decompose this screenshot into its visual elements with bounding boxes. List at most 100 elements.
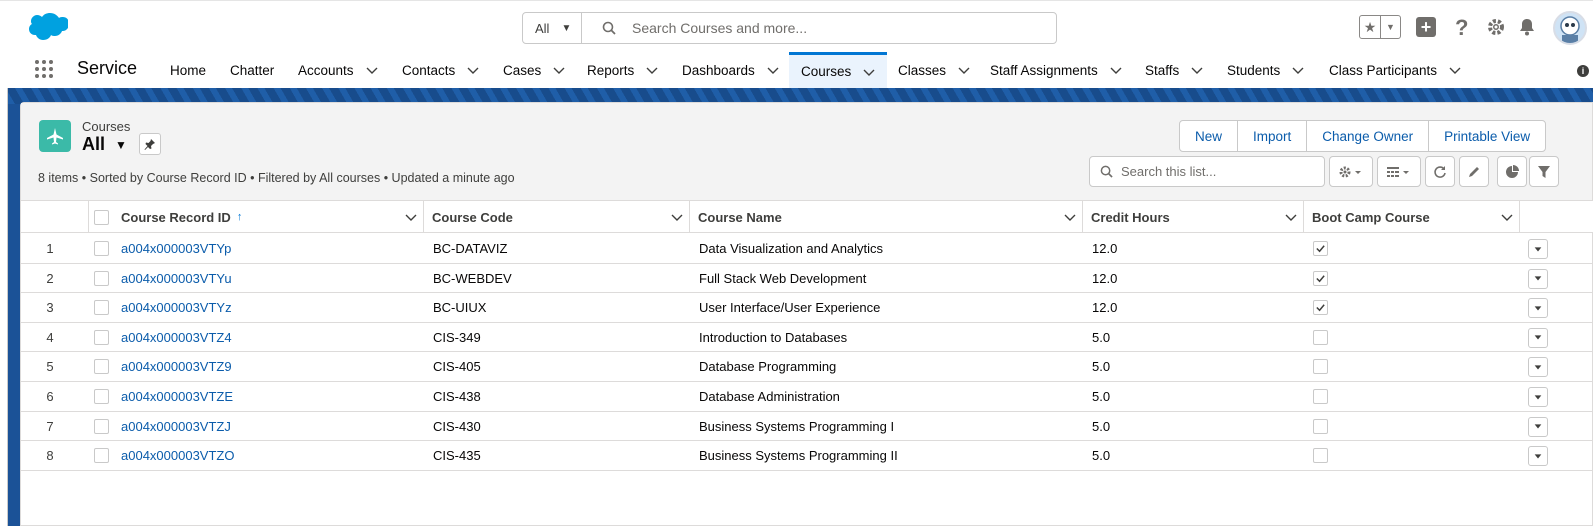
course-record-id-link[interactable]: a004x000003VTZO <box>121 441 234 470</box>
nav-item-home[interactable]: Home <box>170 52 206 88</box>
credit-hours-cell: 5.0 <box>1092 389 1111 404</box>
row-select-checkbox[interactable] <box>93 241 109 256</box>
caret-down-icon <box>1533 419 1543 434</box>
favorites-button[interactable]: ★ ▼ <box>1359 15 1401 39</box>
refresh-button[interactable] <box>1425 156 1455 187</box>
nav-item-contacts[interactable]: Contacts <box>402 52 479 88</box>
caret-down-icon[interactable]: ▼ <box>1379 16 1400 38</box>
course-record-id-link[interactable]: a004x000003VTYz <box>121 293 232 322</box>
charts-button[interactable] <box>1497 156 1527 187</box>
chevron-down-icon[interactable] <box>671 211 683 223</box>
row-actions-menu-button[interactable] <box>1528 416 1548 437</box>
nav-item-dashboards[interactable]: Dashboards <box>682 52 779 88</box>
import-button[interactable]: Import <box>1238 121 1308 151</box>
chevron-down-icon[interactable] <box>1449 64 1461 76</box>
chevron-down-icon[interactable] <box>767 64 779 76</box>
nav-item-cases[interactable]: Cases <box>503 52 565 88</box>
row-select-checkbox[interactable] <box>93 418 109 434</box>
column-header-course-record-id[interactable]: Course Record ID ↑ <box>113 201 424 233</box>
new-button[interactable]: New <box>1180 121 1239 151</box>
pin-list-view-button[interactable] <box>139 133 161 155</box>
global-actions-add-icon[interactable]: + <box>1416 17 1436 37</box>
chevron-down-icon[interactable] <box>646 64 658 76</box>
credit-hours-cell: 5.0 <box>1092 329 1111 345</box>
nav-item-label: Contacts <box>402 62 456 78</box>
row-actions-menu-button[interactable] <box>1528 239 1548 259</box>
chevron-down-icon[interactable] <box>1191 64 1203 76</box>
nav-item-students[interactable]: Students <box>1227 52 1304 88</box>
row-actions-menu-button[interactable] <box>1528 357 1548 378</box>
row-select-checkbox[interactable] <box>93 448 109 464</box>
nav-item-courses[interactable]: Courses <box>789 52 887 88</box>
nav-item-chatter[interactable]: Chatter <box>230 52 274 88</box>
gear-icon <box>1339 166 1361 177</box>
caret-down-icon <box>1533 301 1543 316</box>
row-select-checkbox[interactable] <box>93 389 109 404</box>
course-record-id-link[interactable]: a004x000003VTZ9 <box>121 352 232 381</box>
list-view-controls-button[interactable] <box>1329 156 1373 187</box>
chevron-down-icon[interactable] <box>366 64 378 76</box>
course-record-id-link[interactable]: a004x000003VTYp <box>121 234 231 263</box>
user-avatar[interactable] <box>1553 11 1587 45</box>
global-search-input[interactable]: Search Courses and more... <box>582 13 1056 43</box>
search-scope-dropdown[interactable]: All ▼ <box>523 13 582 43</box>
chevron-down-icon[interactable] <box>1285 211 1297 223</box>
filters-button[interactable] <box>1529 156 1559 187</box>
nav-item-staffs[interactable]: Staffs <box>1145 52 1203 88</box>
chevron-down-icon[interactable] <box>1110 64 1122 76</box>
row-actions-menu-button[interactable] <box>1528 298 1548 319</box>
star-icon[interactable]: ★ <box>1360 16 1380 38</box>
chevron-down-icon[interactable] <box>467 64 479 76</box>
printable-view-button[interactable]: Printable View <box>1429 121 1545 151</box>
sort-ascending-icon: ↑ <box>236 211 243 223</box>
select-all-checkbox[interactable] <box>93 209 109 225</box>
nav-item-reports[interactable]: Reports <box>587 52 658 88</box>
row-actions-menu-button[interactable] <box>1528 268 1548 289</box>
credit-hours-cell: 12.0 <box>1092 300 1118 316</box>
change-owner-button[interactable]: Change Owner <box>1307 121 1430 151</box>
course-record-id-link[interactable]: a004x000003VTYu <box>121 264 232 293</box>
notifications-bell-icon[interactable] <box>1518 18 1536 36</box>
course-record-id-link[interactable]: a004x000003VTZ4 <box>121 323 232 352</box>
chevron-down-icon[interactable] <box>405 211 417 223</box>
inline-edit-button[interactable] <box>1459 156 1489 187</box>
row-actions-menu-button[interactable] <box>1528 327 1548 348</box>
caret-down-icon[interactable]: ▼ <box>115 138 127 152</box>
nav-item-classes[interactable]: Classes <box>898 52 970 88</box>
boot-camp-checkbox <box>1313 300 1328 316</box>
course-name-cell: Database Programming <box>699 359 837 375</box>
row-select-checkbox[interactable] <box>93 329 109 345</box>
row-actions-menu-button[interactable] <box>1528 446 1548 467</box>
row-select-cell <box>89 382 113 411</box>
chevron-down-icon[interactable] <box>1292 64 1304 76</box>
row-select-cell <box>89 234 113 263</box>
row-select-checkbox[interactable] <box>93 300 109 316</box>
row-select-checkbox[interactable] <box>93 270 109 286</box>
list-view-selector[interactable]: All ▼ <box>82 134 127 155</box>
chevron-down-icon[interactable] <box>553 64 565 76</box>
column-header-course-code[interactable]: Course Code <box>424 201 690 233</box>
chevron-down-icon[interactable] <box>1501 211 1513 223</box>
row-select-checkbox[interactable] <box>93 359 109 375</box>
column-header-credit-hours[interactable]: Credit Hours <box>1083 201 1304 233</box>
setup-gear-icon[interactable] <box>1487 18 1505 36</box>
list-search-input[interactable]: Search this list... <box>1089 156 1325 187</box>
column-header-boot-camp-course[interactable]: Boot Camp Course <box>1304 201 1520 233</box>
nav-item-staff-assignments[interactable]: Staff Assignments <box>990 52 1122 88</box>
info-icon[interactable]: i <box>1577 65 1589 77</box>
column-label: Course Record ID <box>121 209 231 225</box>
nav-item-accounts[interactable]: Accounts <box>298 52 378 88</box>
display-as-table-button[interactable] <box>1377 156 1421 187</box>
chevron-down-icon[interactable] <box>958 64 970 76</box>
course-record-id-link[interactable]: a004x000003VTZJ <box>121 412 231 441</box>
chevron-down-icon[interactable] <box>1064 211 1076 223</box>
course-record-id-link[interactable]: a004x000003VTZE <box>121 382 233 411</box>
help-icon[interactable]: ? <box>1455 15 1468 41</box>
app-launcher-icon[interactable] <box>34 59 54 79</box>
chevron-down-icon[interactable] <box>863 66 875 78</box>
row-actions-menu-button[interactable] <box>1528 387 1548 407</box>
nav-item-class-participants[interactable]: Class Participants <box>1329 52 1461 88</box>
salesforce-logo-icon[interactable] <box>24 11 68 43</box>
column-header-course-name[interactable]: Course Name <box>690 201 1083 233</box>
course-name-cell: Business Systems Programming I <box>699 418 895 434</box>
